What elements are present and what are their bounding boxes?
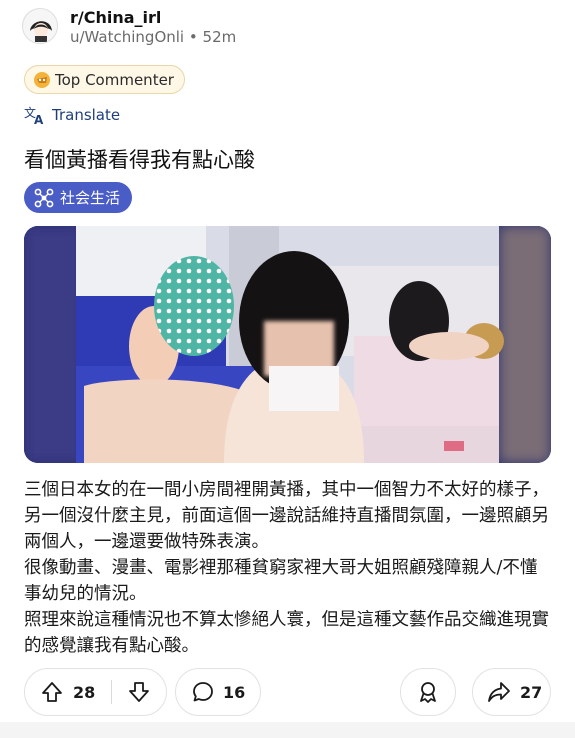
translate-label: Translate: [52, 106, 121, 124]
svg-text:A: A: [34, 113, 44, 125]
vote-control: 28: [24, 668, 167, 716]
top-commenter-icon: [34, 71, 50, 88]
subreddit-name[interactable]: r/China_irl: [70, 8, 161, 27]
post-photo: [24, 226, 551, 463]
body-paragraph: 照理來說這種情況也不算太慘絕人寰，但是這種文藝作品交織進現實的感覺讓我有點心酸。: [24, 610, 549, 656]
post-body: 三個日本女的在一間小房間裡開黃播，其中一個智力不太好的樣子，另一個沒什麼主見，前…: [24, 477, 554, 659]
subreddit-avatar[interactable]: [22, 8, 58, 44]
comments-button[interactable]: 16: [175, 668, 261, 716]
meta-separator: •: [188, 28, 198, 46]
post-title[interactable]: 看個黃播看得我有點心酸: [24, 144, 255, 174]
translate-button[interactable]: 文 A Translate: [24, 104, 120, 126]
post-flair-tag[interactable]: 社会生活: [24, 182, 133, 213]
award-icon: [420, 682, 436, 703]
comment-icon: [193, 682, 213, 702]
vote-divider: [111, 680, 113, 704]
award-button[interactable]: [400, 668, 456, 716]
tag-label: 社会生活: [60, 189, 121, 207]
upvote-count: 28: [73, 682, 96, 702]
body-paragraph: 很像動畫、漫畫、電影裡那種貧窮家裡大哥大姐照顧殘障親人/不懂事幼兒的情況。: [24, 558, 538, 604]
author-name[interactable]: u/WatchingOnli: [70, 28, 184, 46]
downvote-icon[interactable]: [128, 681, 150, 703]
comment-count: 16: [223, 682, 246, 702]
community-icon: [34, 188, 54, 207]
post-image[interactable]: [24, 226, 551, 463]
post-actions: 28 16 27: [24, 668, 551, 716]
share-button[interactable]: 27: [472, 668, 551, 716]
user-flair: Top Commenter: [24, 65, 185, 94]
upvote-icon[interactable]: [41, 681, 63, 703]
translate-icon: 文 A: [24, 105, 44, 125]
post-age: 52m: [202, 28, 237, 46]
post-meta: u/WatchingOnli • 52m: [70, 28, 236, 46]
share-icon: [488, 682, 510, 702]
post-header: r/China_irl u/WatchingOnli • 52m: [22, 8, 552, 48]
share-count: 27: [520, 682, 543, 702]
flair-label: Top Commenter: [55, 70, 174, 89]
feed-divider: [0, 722, 575, 738]
body-paragraph: 三個日本女的在一間小房間裡開黃播，其中一個智力不太好的樣子，另一個沒什麼主見，前…: [24, 480, 549, 552]
